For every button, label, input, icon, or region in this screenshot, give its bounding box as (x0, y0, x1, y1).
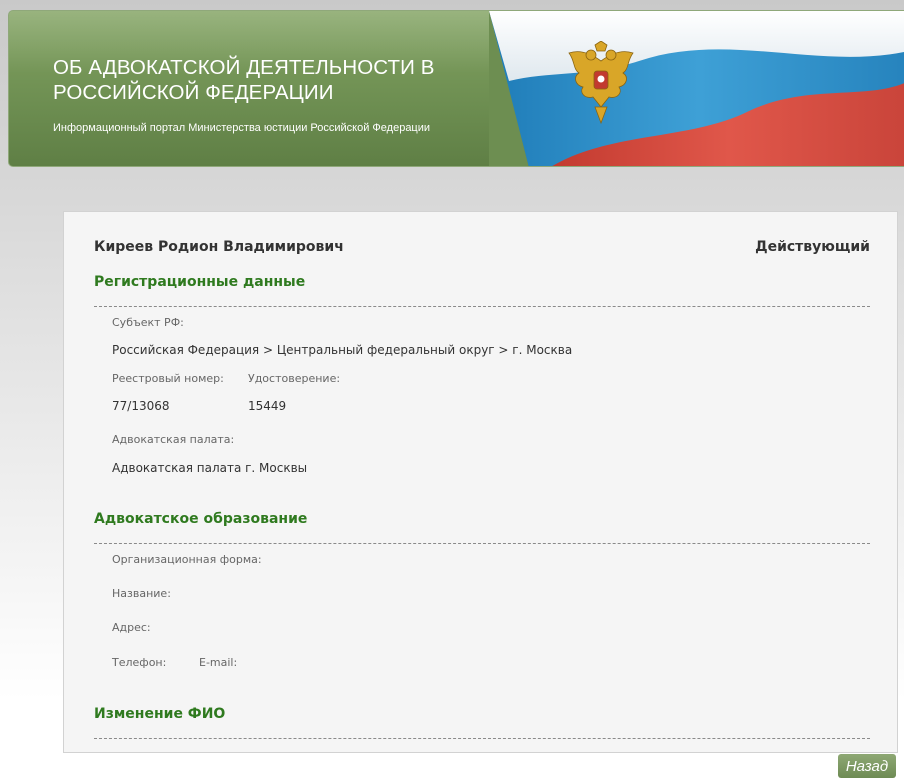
subject-value: Российская Федерация > Центральный федер… (112, 343, 573, 357)
org-form-label: Организационная форма: (112, 553, 262, 566)
subject-label: Субъект РФ: (112, 316, 184, 329)
email-label: E-mail: (199, 656, 238, 669)
divider (94, 738, 870, 739)
divider (94, 543, 870, 544)
chamber-value: Адвокатская палата г. Москвы (112, 461, 308, 475)
section-title-education: Адвокатское образование (94, 511, 308, 527)
org-name-label: Название: (112, 587, 171, 600)
back-button[interactable]: Назад (838, 754, 896, 778)
section-title-registration: Регистрационные данные (94, 274, 306, 290)
phone-label: Телефон: (112, 656, 167, 669)
lawyer-name: Киреев Родион Владимирович (94, 239, 344, 255)
banner-title: ОБ АДВОКАТСКОЙ ДЕЯТЕЛЬНОСТИ В РОССИЙСКОЙ… (53, 56, 435, 104)
divider (94, 306, 870, 307)
banner-subtitle: Информационный портал Министерства юстиц… (53, 122, 431, 134)
address-label: Адрес: (112, 621, 151, 634)
certificate-label: Удостоверение: (248, 372, 341, 385)
status-badge: Действующий (755, 239, 870, 255)
reg-number-value: 77/13068 (112, 399, 170, 413)
coat-of-arms-icon (568, 41, 634, 125)
chamber-label: Адвокатская палата: (112, 433, 235, 446)
header-banner: ОБ АДВОКАТСКОЙ ДЕЯТЕЛЬНОСТИ В РОССИЙСКОЙ… (8, 10, 904, 167)
certificate-value: 15449 (248, 399, 287, 413)
russian-flag-image (489, 11, 904, 166)
section-title-name-change: Изменение ФИО (94, 706, 226, 722)
lawyer-card: Киреев Родион Владимирович Действующий Р… (63, 211, 898, 753)
reg-number-label: Реестровый номер: (112, 372, 224, 385)
